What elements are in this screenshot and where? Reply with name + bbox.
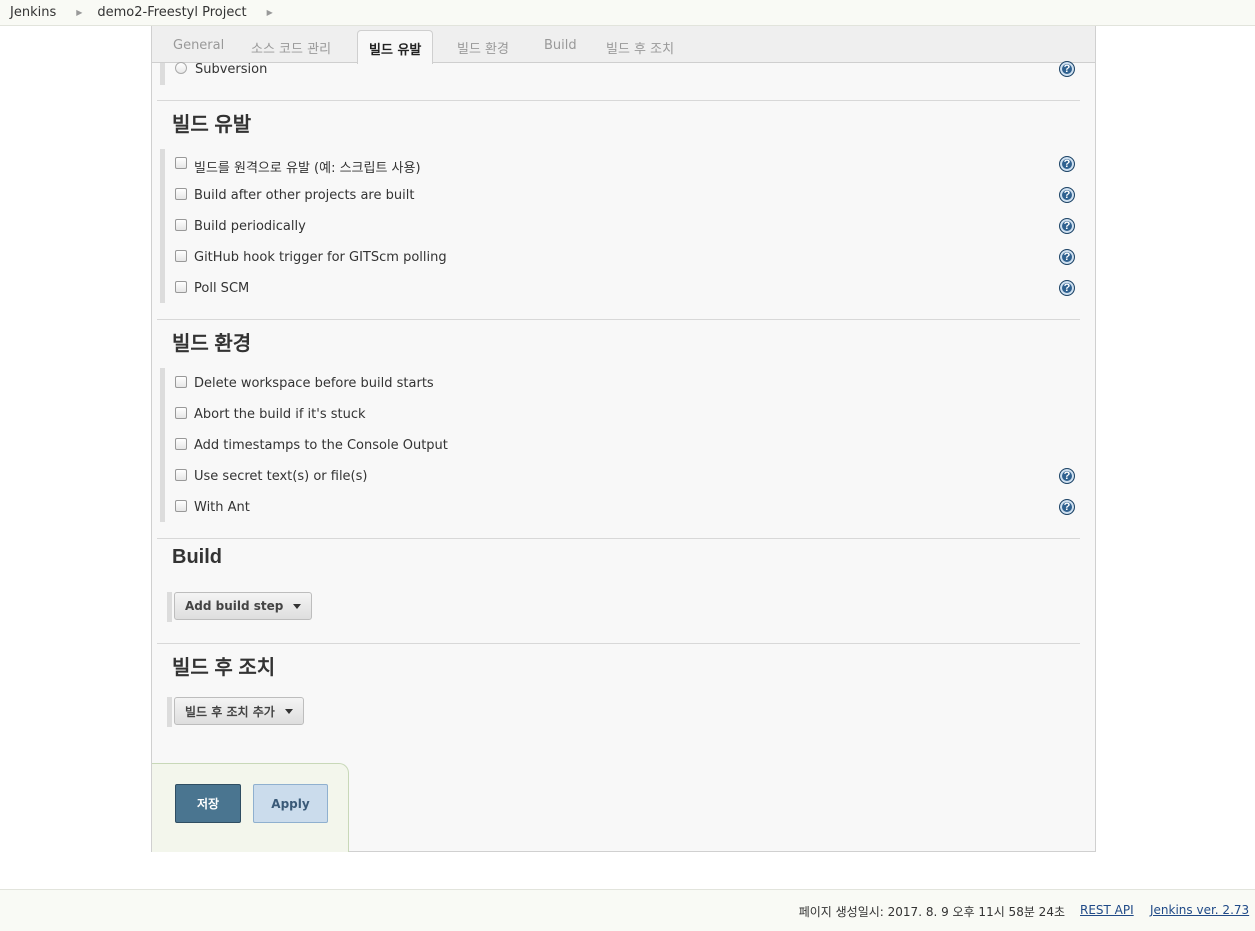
section-divider (157, 100, 1080, 101)
breadcrumb-jenkins[interactable]: Jenkins (0, 5, 56, 20)
config-panel: General 소스 코드 관리 빌드 유발 빌드 환경 Build 빌드 후 … (151, 26, 1096, 852)
section-divider (157, 538, 1080, 539)
tab-scm[interactable]: 소스 코드 관리 (251, 38, 331, 57)
chevron-right-icon[interactable]: ▶ (267, 8, 273, 17)
page-generated-text: 페이지 생성일시: 2017. 8. 9 오후 11시 58분 24초 (798, 905, 1065, 919)
tab-post-build[interactable]: 빌드 후 조치 (606, 38, 674, 57)
help-icon[interactable]: ? (1059, 280, 1075, 296)
add-build-step-label: Add build step (185, 599, 284, 613)
post-build-group-bar (167, 697, 172, 727)
checkbox-build-periodically[interactable] (175, 219, 187, 231)
help-icon[interactable]: ? (1059, 249, 1075, 265)
build-group-bar (167, 592, 172, 622)
help-icon[interactable]: ? (1059, 61, 1075, 77)
add-post-build-action-button[interactable]: 빌드 후 조치 추가 (174, 697, 304, 725)
option-label: With Ant (194, 500, 250, 515)
tab-build[interactable]: Build (544, 38, 577, 53)
checkbox-abort-stuck[interactable] (175, 407, 187, 419)
section-divider (157, 319, 1080, 320)
section-title-build-triggers: 빌드 유발 (172, 114, 252, 136)
breadcrumb-project[interactable]: demo2-Freestyl Project (97, 5, 246, 20)
footer: 페이지 생성일시: 2017. 8. 9 오후 11시 58분 24초 REST… (0, 889, 1255, 931)
apply-button[interactable]: Apply (253, 784, 328, 823)
section-divider (157, 643, 1080, 644)
save-button[interactable]: 저장 (175, 784, 241, 823)
bottom-sticker: 저장 Apply (152, 763, 349, 852)
tab-build-env[interactable]: 빌드 환경 (457, 38, 509, 57)
subversion-radio[interactable] (175, 62, 187, 74)
section-title-build: Build (172, 546, 222, 568)
option-label: GitHub hook trigger for GITScm polling (194, 250, 447, 265)
help-icon[interactable]: ? (1059, 156, 1075, 172)
tab-build-triggers[interactable]: 빌드 유발 (357, 30, 434, 64)
option-label: Build periodically (194, 219, 306, 234)
caret-down-icon (284, 708, 293, 714)
help-icon[interactable]: ? (1059, 499, 1075, 515)
help-icon[interactable]: ? (1059, 468, 1075, 484)
scm-group-bar (160, 63, 165, 85)
tab-general[interactable]: General (173, 38, 224, 53)
checkbox-delete-workspace[interactable] (175, 376, 187, 388)
option-label: Build after other projects are built (194, 188, 415, 203)
help-icon[interactable]: ? (1059, 218, 1075, 234)
help-icon[interactable]: ? (1059, 187, 1075, 203)
rest-api-link[interactable]: REST API (1080, 903, 1134, 917)
breadcrumb: Jenkins ▶ demo2-Freestyl Project ▶ (0, 0, 1255, 26)
option-label: Add timestamps to the Console Output (194, 438, 448, 453)
checkbox-secret-text[interactable] (175, 469, 187, 481)
caret-down-icon (293, 603, 302, 609)
option-label: 빌드를 원격으로 유발 (예: 스크립트 사용) (194, 161, 421, 176)
checkbox-remote-trigger[interactable] (175, 157, 187, 169)
build-env-group-bar (160, 368, 165, 522)
checkbox-build-after-other[interactable] (175, 188, 187, 200)
option-label: Delete workspace before build starts (194, 376, 434, 391)
checkbox-poll-scm[interactable] (175, 281, 187, 293)
option-label: Use secret text(s) or file(s) (194, 469, 368, 484)
build-triggers-group-bar (160, 149, 165, 303)
add-build-step-button[interactable]: Add build step (174, 592, 313, 620)
checkbox-with-ant[interactable] (175, 500, 187, 512)
checkbox-add-timestamps[interactable] (175, 438, 187, 450)
add-post-build-action-label: 빌드 후 조치 추가 (185, 704, 275, 719)
section-title-build-env: 빌드 환경 (172, 333, 252, 355)
jenkins-version-link[interactable]: Jenkins ver. 2.73 (1150, 903, 1249, 917)
subversion-label: Subversion (195, 62, 268, 77)
chevron-right-icon[interactable]: ▶ (76, 8, 82, 17)
checkbox-github-hook[interactable] (175, 250, 187, 262)
section-title-post-build: 빌드 후 조치 (172, 657, 276, 679)
option-label: Abort the build if it's stuck (194, 407, 366, 422)
config-tabbar: General 소스 코드 관리 빌드 유발 빌드 환경 Build 빌드 후 … (152, 26, 1095, 64)
option-label: Poll SCM (194, 281, 250, 296)
